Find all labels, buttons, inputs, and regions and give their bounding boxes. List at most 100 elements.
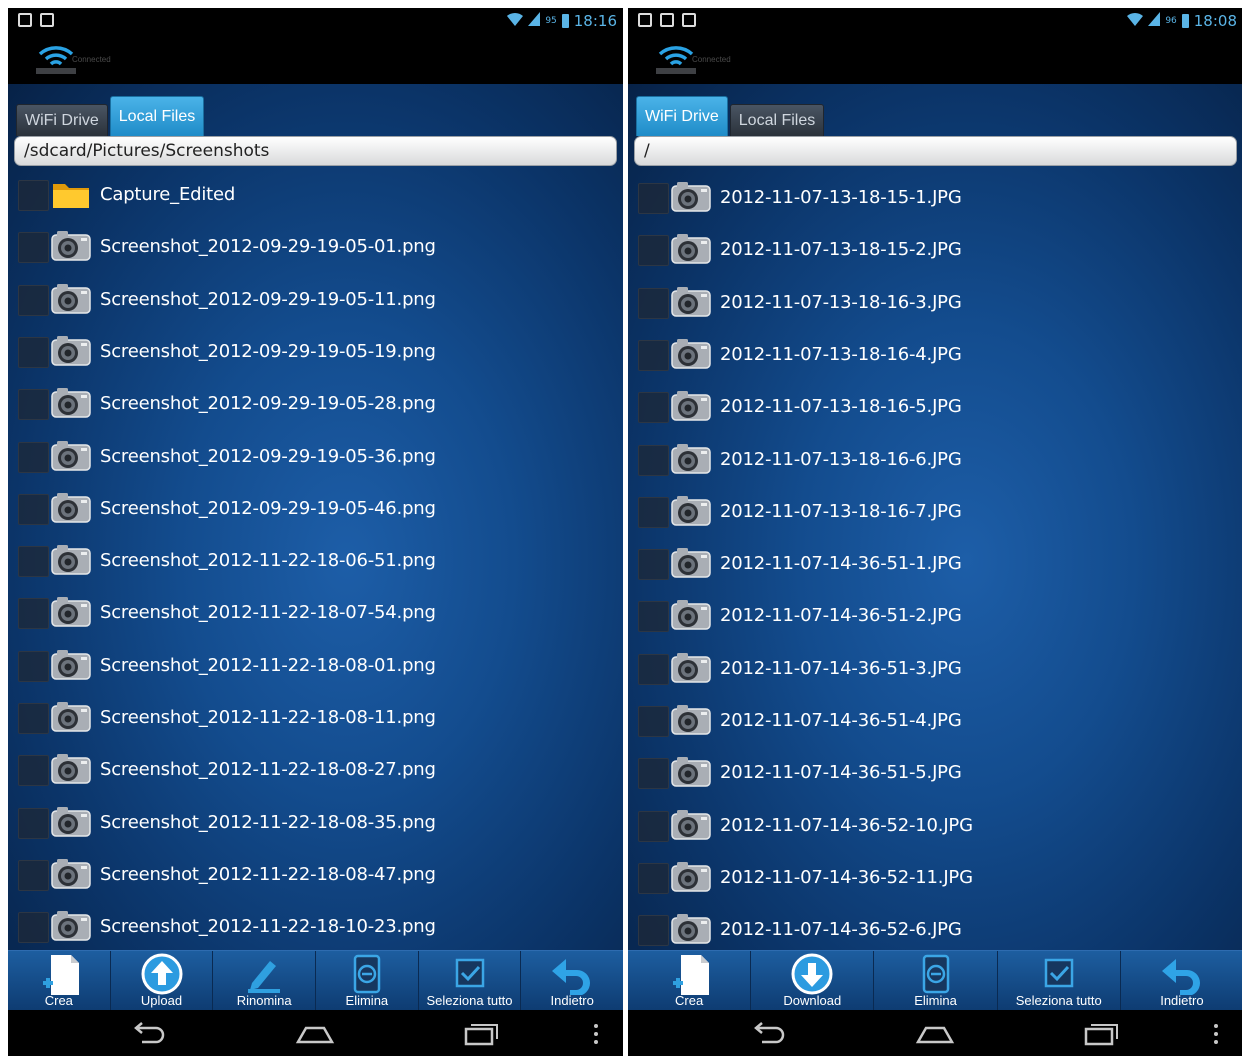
file-row[interactable]: Screenshot_2012-09-29-19-05-28.png <box>8 381 623 429</box>
file-row[interactable]: Screenshot_2012-09-29-19-05-11.png <box>8 277 623 325</box>
file-row[interactable]: 2012-11-07-13-18-15-2.JPG <box>628 227 1242 275</box>
toolbar-label: Elimina <box>914 993 957 1008</box>
file-checkbox[interactable] <box>638 549 669 580</box>
file-row[interactable]: Screenshot_2012-11-22-18-08-11.png <box>8 695 623 743</box>
file-checkbox[interactable] <box>18 180 49 211</box>
file-row[interactable]: 2012-11-07-13-18-15-1.JPG <box>628 175 1242 223</box>
file-checkbox[interactable] <box>638 235 669 266</box>
file-name: Screenshot_2012-09-29-19-05-01.png <box>100 236 436 257</box>
nav-back-icon[interactable] <box>128 1022 168 1046</box>
file-checkbox[interactable] <box>18 860 49 891</box>
file-row[interactable]: Screenshot_2012-11-22-18-06-51.png <box>8 538 623 586</box>
file-row[interactable]: Screenshot_2012-09-29-19-05-01.png <box>8 224 623 272</box>
select-all-icon <box>1035 953 1083 995</box>
file-row[interactable]: 2012-11-07-13-18-16-6.JPG <box>628 437 1242 485</box>
file-row[interactable]: Screenshot_2012-09-29-19-05-19.png <box>8 329 623 377</box>
file-row[interactable]: Screenshot_2012-11-22-18-07-54.png <box>8 590 623 638</box>
file-row[interactable]: 2012-11-07-13-18-16-5.JPG <box>628 384 1242 432</box>
wifi-connection-header: Connected <box>628 36 1242 84</box>
file-name: Capture_Edited <box>100 184 236 205</box>
file-checkbox[interactable] <box>18 285 49 316</box>
file-row[interactable]: 2012-11-07-14-36-52-11.JPG <box>628 855 1242 903</box>
tab-wifi-drive[interactable]: WiFi Drive <box>636 96 728 136</box>
tab-wifi-drive[interactable]: WiFi Drive <box>16 104 108 136</box>
file-row[interactable]: 2012-11-07-14-36-52-10.JPG <box>628 803 1242 851</box>
file-row[interactable]: 2012-11-07-14-36-51-4.JPG <box>628 698 1242 746</box>
tab-local-files[interactable]: Local Files <box>109 96 205 136</box>
nav-recents-icon[interactable] <box>1080 1022 1120 1046</box>
file-checkbox[interactable] <box>18 546 49 577</box>
file-checkbox[interactable] <box>638 340 669 371</box>
path-bar[interactable]: / <box>634 136 1237 166</box>
file-checkbox[interactable] <box>18 494 49 525</box>
nav-home-icon[interactable] <box>915 1022 955 1046</box>
elimina-button[interactable]: Elimina <box>316 951 419 1010</box>
file-checkbox[interactable] <box>18 337 49 368</box>
camera-icon <box>51 701 91 733</box>
overflow-menu-icon[interactable] <box>1210 1022 1222 1046</box>
download-button[interactable]: Download <box>751 951 875 1010</box>
file-checkbox[interactable] <box>18 389 49 420</box>
crea-button[interactable]: Crea <box>8 951 111 1010</box>
file-checkbox[interactable] <box>638 392 669 423</box>
file-row[interactable]: 2012-11-07-14-36-51-2.JPG <box>628 593 1242 641</box>
file-name: Screenshot_2012-09-29-19-05-36.png <box>100 446 436 467</box>
rinomina-button[interactable]: Rinomina <box>213 951 317 1010</box>
file-name: Screenshot_2012-11-22-18-10-23.png <box>100 916 436 937</box>
file-checkbox[interactable] <box>638 601 669 632</box>
nav-recents-icon[interactable] <box>460 1022 500 1046</box>
camera-icon <box>671 599 711 631</box>
camera-icon <box>671 547 711 579</box>
file-checkbox[interactable] <box>18 703 49 734</box>
overflow-menu-icon[interactable] <box>590 1022 602 1046</box>
file-row[interactable]: Capture_Edited <box>8 172 623 220</box>
file-name: Screenshot_2012-09-29-19-05-28.png <box>100 393 436 414</box>
file-checkbox[interactable] <box>18 912 49 943</box>
file-row[interactable]: 2012-11-07-14-36-51-3.JPG <box>628 646 1242 694</box>
indietro-button[interactable]: Indietro <box>521 951 623 1010</box>
file-row[interactable]: Screenshot_2012-11-22-18-08-01.png <box>8 643 623 691</box>
file-checkbox[interactable] <box>18 232 49 263</box>
seleziona-tutto-button[interactable]: Seleziona tutto <box>419 951 522 1010</box>
file-checkbox[interactable] <box>638 183 669 214</box>
camera-icon <box>671 652 711 684</box>
navigation-bar <box>628 1010 1242 1056</box>
file-checkbox[interactable] <box>18 442 49 473</box>
file-checkbox[interactable] <box>638 863 669 894</box>
file-row[interactable]: 2012-11-07-14-36-51-1.JPG <box>628 541 1242 589</box>
file-row[interactable]: Screenshot_2012-11-22-18-10-23.png <box>8 904 623 952</box>
seleziona-tutto-button[interactable]: Seleziona tutto <box>998 951 1121 1010</box>
file-checkbox[interactable] <box>18 598 49 629</box>
nav-home-icon[interactable] <box>295 1022 335 1046</box>
path-bar[interactable]: /sdcard/Pictures/Screenshots <box>14 136 617 166</box>
elimina-button[interactable]: Elimina <box>874 951 998 1010</box>
file-checkbox[interactable] <box>18 755 49 786</box>
file-checkbox[interactable] <box>638 654 669 685</box>
toolbar-label: Download <box>783 993 842 1008</box>
file-checkbox[interactable] <box>638 758 669 789</box>
file-checkbox[interactable] <box>18 808 49 839</box>
file-checkbox[interactable] <box>638 706 669 737</box>
file-checkbox[interactable] <box>18 651 49 682</box>
file-checkbox[interactable] <box>638 445 669 476</box>
file-row[interactable]: 2012-11-07-13-18-16-4.JPG <box>628 332 1242 380</box>
nav-back-icon[interactable] <box>748 1022 788 1046</box>
file-row[interactable]: Screenshot_2012-11-22-18-08-47.png <box>8 852 623 900</box>
file-row[interactable]: 2012-11-07-13-18-16-7.JPG <box>628 489 1242 537</box>
tab-local-files[interactable]: Local Files <box>729 104 825 136</box>
new-file-icon <box>35 953 83 995</box>
upload-button[interactable]: Upload <box>111 951 214 1010</box>
file-row[interactable]: 2012-11-07-14-36-52-6.JPG <box>628 907 1242 955</box>
file-row[interactable]: 2012-11-07-13-18-16-3.JPG <box>628 280 1242 328</box>
file-checkbox[interactable] <box>638 288 669 319</box>
file-checkbox[interactable] <box>638 915 669 946</box>
file-row[interactable]: Screenshot_2012-11-22-18-08-27.png <box>8 747 623 795</box>
indietro-button[interactable]: Indietro <box>1121 951 1242 1010</box>
file-checkbox[interactable] <box>638 811 669 842</box>
file-row[interactable]: Screenshot_2012-09-29-19-05-36.png <box>8 434 623 482</box>
file-row[interactable]: 2012-11-07-14-36-51-5.JPG <box>628 750 1242 798</box>
file-row[interactable]: Screenshot_2012-11-22-18-08-35.png <box>8 800 623 848</box>
file-row[interactable]: Screenshot_2012-09-29-19-05-46.png <box>8 486 623 534</box>
crea-button[interactable]: Crea <box>628 951 752 1010</box>
file-checkbox[interactable] <box>638 497 669 528</box>
